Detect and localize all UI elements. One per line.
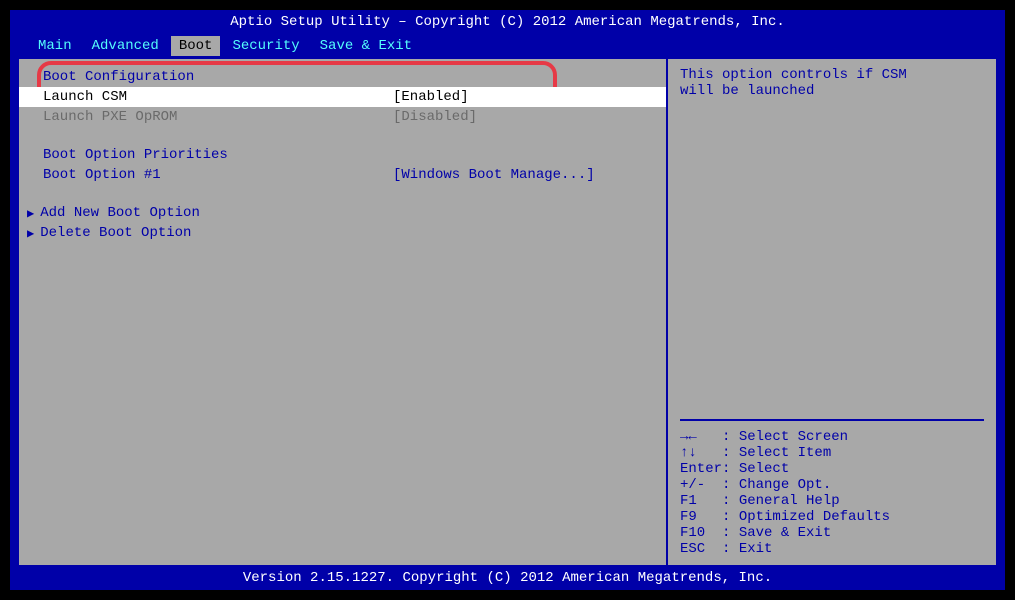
menu-advanced[interactable]: Advanced <box>84 36 167 56</box>
help-line1: This option controls if CSM <box>680 67 984 83</box>
option-boot-1[interactable]: Boot Option #1 [Windows Boot Manage...] <box>19 165 666 185</box>
bios-window: Aptio Setup Utility – Copyright (C) 2012… <box>8 8 1007 592</box>
add-boot-option[interactable]: ▶ Add New Boot Option <box>19 203 666 223</box>
key-select-item: ↑↓ : Select Item <box>680 445 984 461</box>
menu-main[interactable]: Main <box>30 36 80 56</box>
footer: Version 2.15.1227. Copyright (C) 2012 Am… <box>10 566 1005 590</box>
triangle-right-icon: ▶ <box>27 226 34 241</box>
content-area: Boot Configuration Launch CSM [Enabled] … <box>18 58 997 566</box>
menu-boot[interactable]: Boot <box>171 36 221 56</box>
help-line2: will be launched <box>680 83 984 99</box>
delete-boot-label: Delete Boot Option <box>40 225 191 241</box>
launch-pxe-value: [Disabled] <box>393 109 477 125</box>
boot-opt1-label: Boot Option #1 <box>43 167 393 183</box>
key-help: →← : Select Screen ↑↓ : Select Item Ente… <box>680 419 984 557</box>
menu-security[interactable]: Security <box>224 36 307 56</box>
delete-boot-option[interactable]: ▶ Delete Boot Option <box>19 223 666 243</box>
key-general-help: F1 : General Help <box>680 493 984 509</box>
boot-opt1-value: [Windows Boot Manage...] <box>393 167 595 183</box>
section-boot-priorities: Boot Option Priorities <box>19 145 666 165</box>
triangle-right-icon: ▶ <box>27 206 34 221</box>
section-boot-config: Boot Configuration <box>19 67 666 87</box>
launch-csm-value: [Enabled] <box>393 89 469 105</box>
left-panel: Boot Configuration Launch CSM [Enabled] … <box>19 59 666 565</box>
right-panel: This option controls if CSM will be laun… <box>666 59 996 565</box>
launch-pxe-label: Launch PXE OpROM <box>43 109 393 125</box>
key-esc: ESC : Exit <box>680 541 984 557</box>
menu-bar: Main Advanced Boot Security Save & Exit <box>10 34 1005 58</box>
add-boot-label: Add New Boot Option <box>40 205 200 221</box>
key-select-screen: →← : Select Screen <box>680 429 984 445</box>
title-bar: Aptio Setup Utility – Copyright (C) 2012… <box>10 10 1005 34</box>
launch-csm-label: Launch CSM <box>43 89 393 105</box>
menu-save-exit[interactable]: Save & Exit <box>312 36 420 56</box>
key-change-opt: +/- : Change Opt. <box>680 477 984 493</box>
option-launch-csm[interactable]: Launch CSM [Enabled] <box>19 87 666 107</box>
option-launch-pxe[interactable]: Launch PXE OpROM [Disabled] <box>19 107 666 127</box>
help-text: This option controls if CSM will be laun… <box>680 67 984 99</box>
key-enter: Enter: Select <box>680 461 984 477</box>
key-optimized: F9 : Optimized Defaults <box>680 509 984 525</box>
key-save-exit: F10 : Save & Exit <box>680 525 984 541</box>
